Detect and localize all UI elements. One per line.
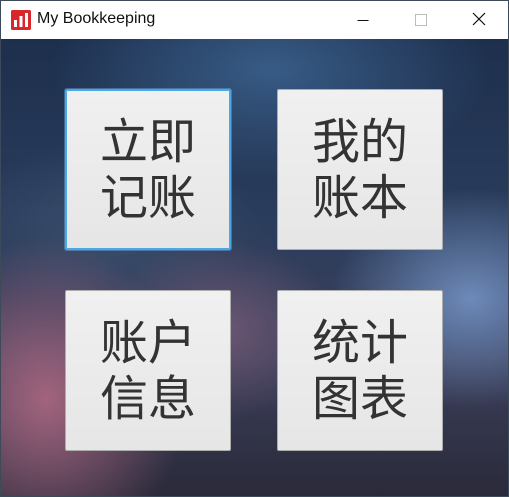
app-window: My Bookkeeping 立即记账 我的账本 账户信息 统计图表 xyxy=(0,0,509,497)
statistics-charts-button[interactable]: 统计图表 xyxy=(277,290,443,451)
maximize-icon xyxy=(415,11,427,30)
my-ledger-button[interactable]: 我的账本 xyxy=(277,89,443,250)
window-title: My Bookkeeping xyxy=(37,10,156,27)
close-button[interactable] xyxy=(450,1,508,39)
record-now-label: 立即记账 xyxy=(99,113,196,226)
bar-chart-icon xyxy=(11,10,31,30)
maximize-button[interactable] xyxy=(392,1,450,39)
minimize-button[interactable] xyxy=(334,1,392,39)
main-panel: 立即记账 我的账本 账户信息 统计图表 xyxy=(1,39,508,496)
minimize-icon xyxy=(357,11,369,30)
account-info-label: 账户信息 xyxy=(99,314,196,427)
account-info-button[interactable]: 账户信息 xyxy=(65,290,231,451)
statistics-charts-label: 统计图表 xyxy=(311,314,408,427)
my-ledger-label: 我的账本 xyxy=(311,113,408,226)
record-now-button[interactable]: 立即记账 xyxy=(65,89,231,250)
title-bar[interactable]: My Bookkeeping xyxy=(1,1,508,39)
close-icon xyxy=(472,11,486,30)
